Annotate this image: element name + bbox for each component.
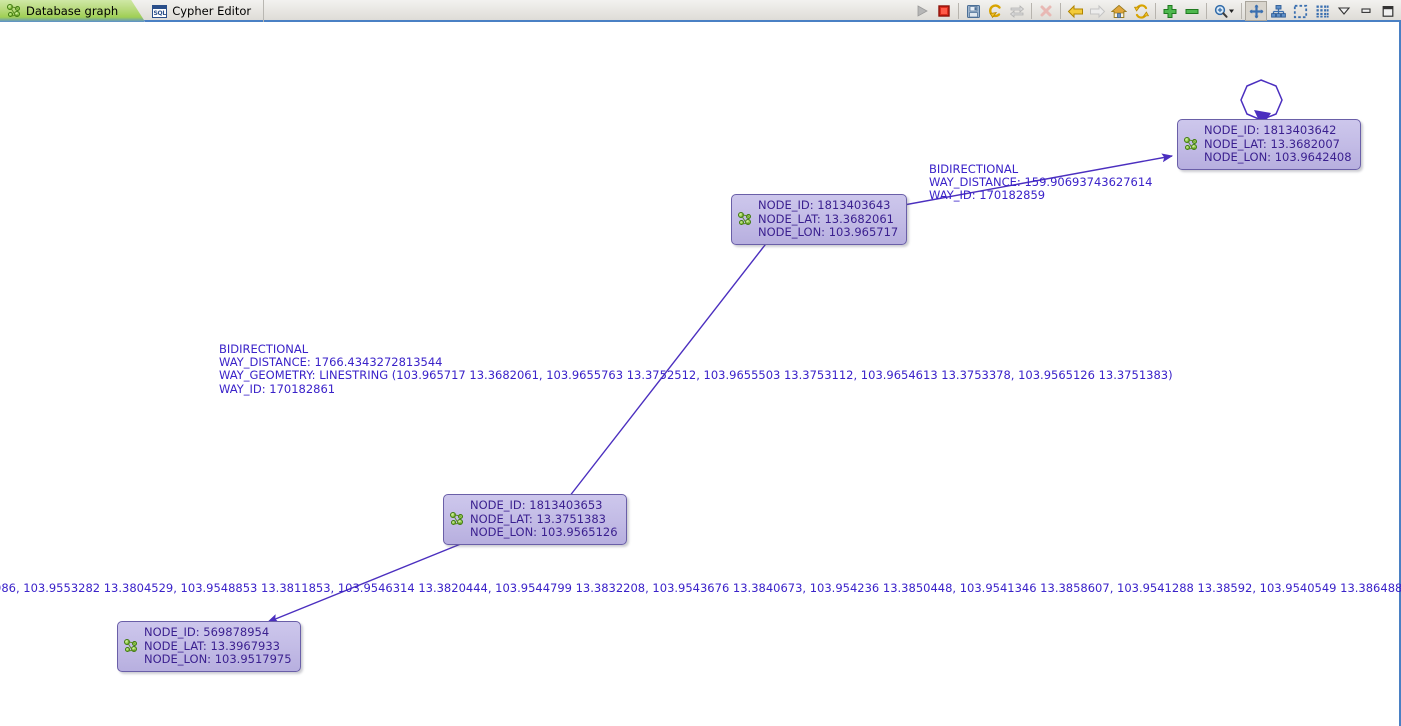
- graph-node-1813403643[interactable]: NODE_ID: 1813403643 NODE_LAT: 13.3682061…: [731, 194, 908, 245]
- grid-icon: [1316, 5, 1329, 17]
- tab-cypher-editor-label: Cypher Editor: [172, 4, 252, 18]
- plus-icon: [1163, 4, 1177, 18]
- node-property-node-lat: NODE_LAT: 13.3967933: [144, 638, 280, 653]
- minimize-icon: [1361, 8, 1371, 13]
- graph-node-1813403642[interactable]: NODE_ID: 1813403642 NODE_LAT: 13.3682007…: [1177, 119, 1361, 170]
- toolbar-separator-1: [958, 3, 959, 19]
- database-graph-window: Database graph SQL Cypher Editor NODE_ID…: [0, 0, 1401, 726]
- save-disk-icon: [966, 4, 980, 18]
- view-menu-button[interactable]: [1333, 1, 1355, 21]
- node-property-node-lon: NODE_LON: 103.965717: [758, 225, 899, 239]
- graph-nodes-icon: [450, 512, 464, 526]
- edge-label-170182861[interactable]: BIDIRECTIONAL WAY_DISTANCE: 1766.4343272…: [219, 342, 1173, 396]
- minus-icon: [1185, 8, 1199, 14]
- maximize-button[interactable]: [1377, 1, 1399, 21]
- run-button[interactable]: [911, 1, 933, 21]
- sql-editor-icon: SQL: [152, 4, 168, 18]
- hierarchy-icon: [1270, 4, 1286, 18]
- node-property-node-id: NODE_ID: 1813403653: [470, 498, 603, 512]
- delete-x-icon: [1040, 5, 1052, 17]
- edge-label-way-geometry: WAY_GEOMETRY: LINESTRING (103.965717 13.…: [219, 368, 1173, 383]
- graph-nodes-icon: [738, 212, 752, 226]
- clipped-linestring-text: 986, 103.9553282 13.3804529, 103.9548853…: [0, 581, 1401, 595]
- delete-button[interactable]: [1035, 1, 1057, 21]
- magnifier-dropdown-icon: [1214, 4, 1234, 18]
- node-property-node-lon: NODE_LON: 103.9642408: [1204, 150, 1352, 164]
- graph-node-1813403653[interactable]: NODE_ID: 1813403653 NODE_LAT: 13.3751383…: [443, 494, 627, 545]
- graph-nodes-icon: [7, 4, 21, 18]
- maximize-icon: [1382, 5, 1394, 17]
- edge-label-way-id: WAY_ID: 170182859: [929, 188, 1046, 203]
- grid-layout-button[interactable]: [1311, 1, 1333, 21]
- graph-nodes-icon: [124, 639, 138, 653]
- edge-653-to-569878954: [266, 536, 479, 623]
- arrow-left-icon: [1067, 4, 1083, 18]
- stop-icon: [938, 5, 950, 17]
- graph-toolbar: [911, 0, 1401, 22]
- self-loop-edge: [1240, 79, 1283, 121]
- graph-node-569878954[interactable]: NODE_ID: 569878954 NODE_LAT: 13.3967933 …: [117, 621, 301, 672]
- tab-strip: Database graph SQL Cypher Editor: [0, 0, 265, 22]
- toolbar-separator-2: [1031, 3, 1032, 19]
- tab-cypher-editor[interactable]: SQL Cypher Editor: [145, 0, 265, 22]
- stop-button[interactable]: [933, 1, 955, 21]
- node-property-node-lon: NODE_LON: 103.9517975: [144, 652, 292, 666]
- node-property-node-lat: NODE_LAT: 13.3682061: [758, 211, 894, 226]
- node-property-node-lon: NODE_LON: 103.9565126: [470, 525, 618, 539]
- back-button[interactable]: [1064, 1, 1086, 21]
- arrow-right-icon: [1089, 4, 1105, 18]
- node-property-node-lat: NODE_LAT: 13.3682007: [1204, 136, 1340, 151]
- home-icon: [1111, 4, 1127, 18]
- toolbar-separator-5: [1206, 3, 1207, 19]
- move-cross-icon: [1249, 4, 1263, 18]
- edge-label-way-id: WAY_ID: 170182861: [219, 381, 336, 396]
- node-property-node-lat: NODE_LAT: 13.3751383: [470, 511, 606, 526]
- graph-canvas[interactable]: NODE_ID: 1813403642 NODE_LAT: 13.3682007…: [0, 22, 1401, 726]
- toolbar-separator-6: [1241, 3, 1242, 19]
- zoom-dropdown-button[interactable]: [1210, 1, 1238, 21]
- chevron-down-icon: [1337, 7, 1351, 15]
- refresh-button[interactable]: [984, 1, 1006, 21]
- reload-button[interactable]: [1130, 1, 1152, 21]
- node-property-node-id: NODE_ID: 1813403642: [1204, 123, 1337, 137]
- zoom-out-button[interactable]: [1181, 1, 1203, 21]
- tree-layout-button[interactable]: [1267, 1, 1289, 21]
- reload-arrows-icon: [1133, 3, 1149, 19]
- edge-label-170182859[interactable]: BIDIRECTIONAL WAY_DISTANCE: 159.90693743…: [929, 162, 1153, 203]
- node-property-node-id: NODE_ID: 569878954: [144, 625, 270, 639]
- refresh-arrow-icon: [989, 3, 1001, 18]
- home-button[interactable]: [1108, 1, 1130, 21]
- toolbar-separator-4: [1155, 3, 1156, 19]
- forward-button[interactable]: [1086, 1, 1108, 21]
- node-property-node-id: NODE_ID: 1813403643: [758, 198, 891, 212]
- tab-database-graph[interactable]: Database graph: [0, 0, 145, 22]
- sync-button[interactable]: [1006, 1, 1028, 21]
- play-icon: [917, 5, 928, 17]
- pan-tool-button[interactable]: [1245, 1, 1267, 21]
- toolbar-separator-3: [1060, 3, 1061, 19]
- zoom-in-button[interactable]: [1159, 1, 1181, 21]
- save-button[interactable]: [962, 1, 984, 21]
- sync-arrows-icon: [1009, 5, 1025, 18]
- marquee-select-icon: [1293, 4, 1307, 18]
- tab-database-graph-label: Database graph: [26, 4, 119, 18]
- graph-nodes-icon: [1184, 137, 1198, 151]
- tab-bar: Database graph SQL Cypher Editor: [0, 0, 1401, 22]
- minimize-button[interactable]: [1355, 1, 1377, 21]
- select-marquee-button[interactable]: [1289, 1, 1311, 21]
